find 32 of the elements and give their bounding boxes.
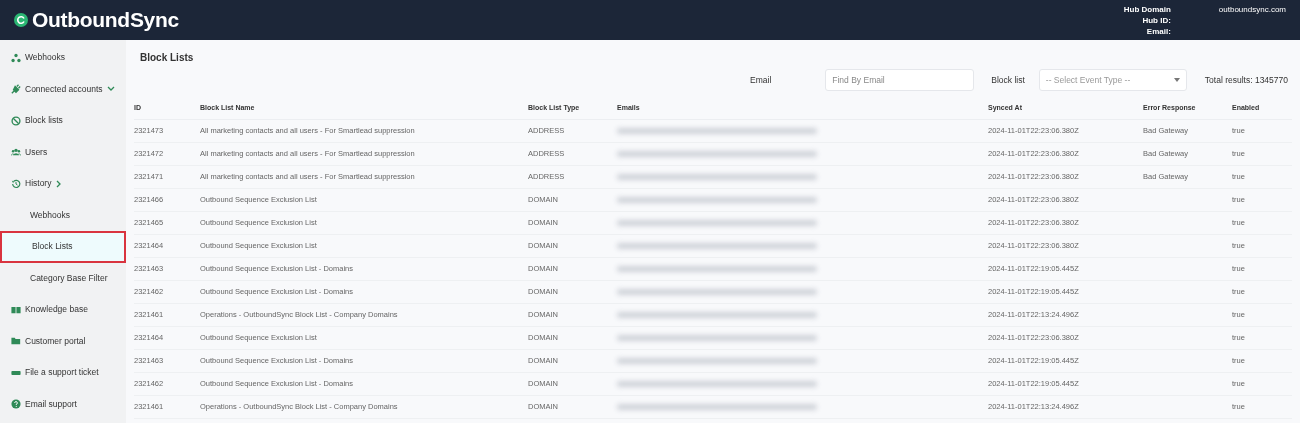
- hub-domain: outboundsync.com: [1218, 3, 1286, 15]
- book-icon: [11, 304, 21, 315]
- email-label: Email:: [1145, 25, 1171, 37]
- block-list-filter-label: Block list: [991, 73, 1025, 87]
- logo-text: OutboundSync: [32, 7, 179, 34]
- help-icon: [11, 399, 21, 410]
- caret-icon: [1173, 78, 1180, 82]
- sidebar-item[interactable]: Webhooks: [0, 42, 126, 74]
- email-filter-label: Email: [750, 73, 772, 87]
- sidebar-item[interactable]: Category Base Filter: [0, 262, 126, 294]
- sidebar-item[interactable]: Block Lists: [0, 231, 126, 263]
- sidebar-item[interactable]: Customer portal: [0, 325, 126, 357]
- sidebar-item[interactable]: Block lists: [0, 105, 126, 137]
- page-title: Block Lists: [140, 52, 194, 63]
- folder-icon: [11, 336, 21, 347]
- sidebar-item[interactable]: File a support ticket: [0, 357, 126, 389]
- sidebar-item[interactable]: Email support: [0, 388, 126, 420]
- email-search-field[interactable]: Find By Email: [825, 69, 975, 91]
- ban-icon: [11, 115, 21, 126]
- plug-icon: [11, 84, 21, 95]
- users-icon: [11, 147, 21, 158]
- history-icon: [11, 178, 21, 189]
- webhook-icon: [11, 52, 21, 63]
- sidebar-item[interactable]: Users: [0, 136, 126, 168]
- hub-id-label: Hub ID:: [1141, 14, 1171, 26]
- sidebar-item[interactable]: History: [0, 168, 126, 200]
- hub-domain-label: Hub Domain: [1123, 3, 1171, 15]
- sidebar-item[interactable]: Webhooks: [0, 199, 126, 231]
- logo-icon: [14, 13, 28, 27]
- sidebar-item[interactable]: Connected accounts: [0, 73, 126, 105]
- total-results: Total results: 1345770: [1204, 73, 1288, 87]
- sidebar-item[interactable]: Knowledge base: [0, 294, 126, 326]
